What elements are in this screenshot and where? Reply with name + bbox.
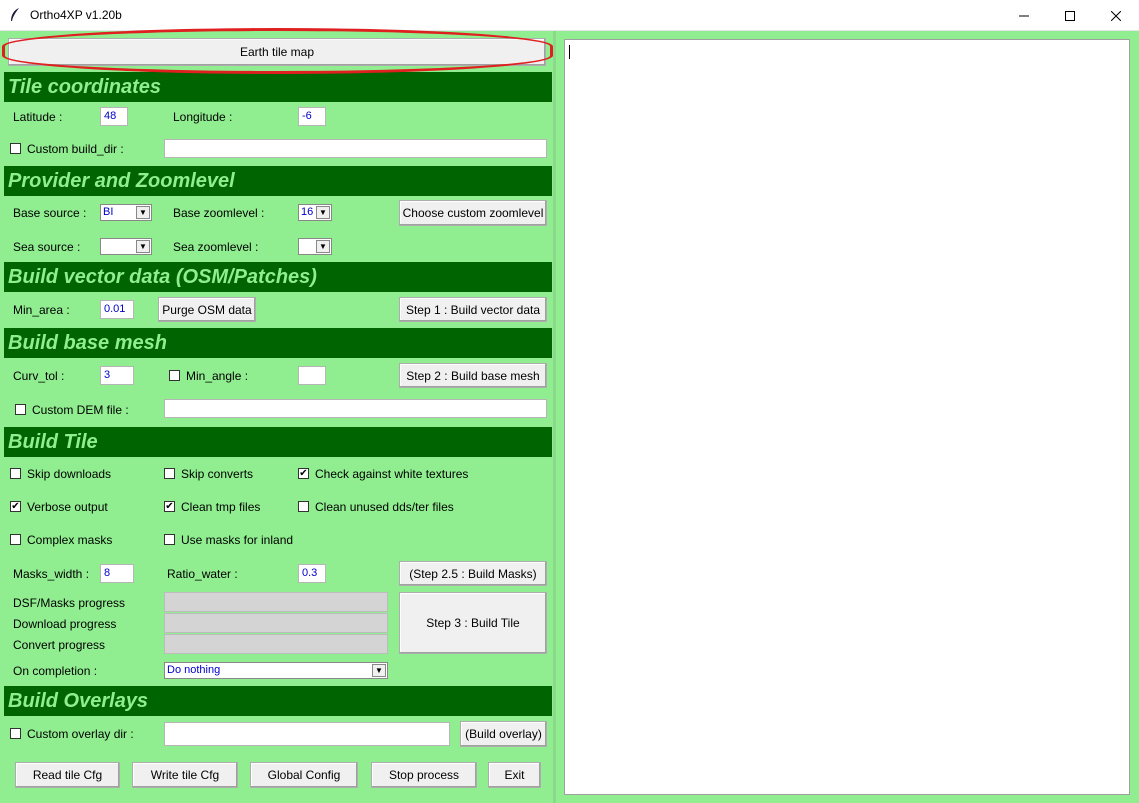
read-tile-cfg-button[interactable]: Read tile Cfg bbox=[15, 762, 120, 788]
choose-custom-zoomlevel-button[interactable]: Choose custom zoomlevel bbox=[399, 200, 547, 226]
base-source-select[interactable]: BI ▼ bbox=[100, 204, 152, 221]
masks-width-label: Masks_width : bbox=[13, 567, 90, 581]
base-source-label: Base source : bbox=[13, 206, 87, 220]
clean-tmp-files-checkbox[interactable]: ✔ bbox=[164, 501, 175, 512]
base-source-value: BI bbox=[103, 206, 114, 218]
build-overlay-button[interactable]: (Build overlay) bbox=[460, 721, 547, 747]
section-tile-coordinates: Tile coordinates bbox=[4, 72, 552, 102]
write-tile-cfg-button[interactable]: Write tile Cfg bbox=[132, 762, 238, 788]
section-build-overlays: Build Overlays bbox=[4, 686, 552, 716]
custom-dem-input[interactable] bbox=[164, 399, 547, 418]
skip-converts-checkbox[interactable] bbox=[164, 468, 175, 479]
section-build-vector-data: Build vector data (OSM/Patches) bbox=[4, 262, 552, 292]
longitude-input[interactable]: -6 bbox=[298, 107, 326, 126]
step1-build-vector-data-button[interactable]: Step 1 : Build vector data bbox=[399, 297, 547, 322]
base-zoomlevel-label: Base zoomlevel : bbox=[173, 206, 265, 220]
section-build-base-mesh: Build base mesh bbox=[4, 328, 552, 358]
verbose-output-label: Verbose output bbox=[27, 500, 108, 514]
min-angle-label: Min_angle : bbox=[186, 369, 249, 383]
chevron-down-icon: ▼ bbox=[316, 240, 330, 253]
stop-process-button[interactable]: Stop process bbox=[371, 762, 477, 788]
verbose-output-checkbox[interactable]: ✔ bbox=[10, 501, 21, 512]
chevron-down-icon: ▼ bbox=[136, 240, 150, 253]
download-progress-bar bbox=[164, 613, 388, 633]
min-area-label: Min_area : bbox=[13, 303, 70, 317]
sea-source-select[interactable]: ▼ bbox=[100, 238, 152, 255]
exit-button[interactable]: Exit bbox=[488, 762, 541, 788]
clean-unused-checkbox[interactable] bbox=[298, 501, 309, 512]
base-zoomlevel-value: 16 bbox=[301, 206, 314, 218]
complex-masks-label: Complex masks bbox=[27, 533, 113, 547]
convert-progress-bar bbox=[164, 634, 388, 654]
clean-unused-label: Clean unused dds/ter files bbox=[315, 500, 454, 514]
section-provider-zoomlevel: Provider and Zoomlevel bbox=[4, 166, 552, 196]
min-angle-checkbox[interactable] bbox=[169, 370, 180, 381]
latitude-label: Latitude : bbox=[13, 110, 63, 124]
dsf-progress-bar bbox=[164, 592, 388, 612]
text-caret bbox=[569, 45, 570, 59]
step2-5-build-masks-button[interactable]: (Step 2.5 : Build Masks) bbox=[399, 561, 547, 586]
sea-zoomlevel-label: Sea zoomlevel : bbox=[173, 240, 259, 254]
curv-tol-label: Curv_tol : bbox=[13, 369, 65, 383]
longitude-label: Longitude : bbox=[173, 110, 233, 124]
custom-overlay-dir-label: Custom overlay dir : bbox=[27, 727, 134, 741]
use-masks-inland-label: Use masks for inland bbox=[181, 533, 294, 547]
control-panel: Earth tile map Tile coordinates Latitude… bbox=[0, 31, 556, 803]
chevron-down-icon: ▼ bbox=[372, 664, 386, 677]
custom-build-dir-input[interactable] bbox=[164, 139, 547, 158]
earth-tile-map-button[interactable]: Earth tile map bbox=[8, 38, 546, 66]
custom-build-dir-checkbox[interactable] bbox=[10, 143, 21, 154]
convert-progress-label: Convert progress bbox=[13, 638, 106, 652]
min-area-input[interactable]: 0.01 bbox=[100, 300, 134, 319]
latitude-input[interactable]: 48 bbox=[100, 107, 128, 126]
skip-downloads-label: Skip downloads bbox=[27, 467, 112, 481]
custom-build-dir-label: Custom build_dir : bbox=[27, 142, 124, 156]
on-completion-value: Do nothing bbox=[167, 664, 221, 676]
check-white-textures-label: Check against white textures bbox=[315, 467, 469, 481]
custom-dem-checkbox[interactable] bbox=[15, 404, 26, 415]
download-progress-label: Download progress bbox=[13, 617, 117, 631]
log-panel bbox=[556, 31, 1139, 803]
custom-dem-label: Custom DEM file : bbox=[32, 403, 129, 417]
chevron-down-icon: ▼ bbox=[316, 206, 330, 219]
ratio-water-input[interactable]: 0.3 bbox=[298, 564, 326, 583]
step3-build-tile-button[interactable]: Step 3 : Build Tile bbox=[399, 592, 547, 654]
skip-downloads-checkbox[interactable] bbox=[10, 468, 21, 479]
custom-overlay-dir-input[interactable] bbox=[164, 722, 450, 746]
on-completion-label: On completion : bbox=[13, 664, 98, 678]
section-build-tile: Build Tile bbox=[4, 427, 552, 457]
check-white-textures-checkbox[interactable]: ✔ bbox=[298, 468, 309, 479]
clean-tmp-files-label: Clean tmp files bbox=[181, 500, 261, 514]
close-icon bbox=[1111, 10, 1121, 21]
use-masks-inland-checkbox[interactable] bbox=[164, 534, 175, 545]
chevron-down-icon: ▼ bbox=[136, 206, 150, 219]
on-completion-select[interactable]: Do nothing ▼ bbox=[164, 662, 388, 679]
min-angle-input[interactable] bbox=[298, 366, 326, 385]
skip-converts-label: Skip converts bbox=[181, 467, 254, 481]
window-title: Ortho4XP v1.20b bbox=[30, 8, 122, 22]
ratio-water-label: Ratio_water : bbox=[167, 567, 238, 581]
minimize-button[interactable] bbox=[1001, 0, 1047, 31]
title-bar: Ortho4XP v1.20b bbox=[0, 0, 1139, 31]
minimize-icon bbox=[1019, 15, 1029, 16]
base-zoomlevel-select[interactable]: 16 ▼ bbox=[298, 204, 332, 221]
log-textarea[interactable] bbox=[564, 39, 1130, 795]
custom-overlay-dir-checkbox[interactable] bbox=[10, 728, 21, 739]
masks-width-input[interactable]: 8 bbox=[100, 564, 134, 583]
step2-build-base-mesh-button[interactable]: Step 2 : Build base mesh bbox=[399, 363, 547, 388]
feather-icon bbox=[11, 8, 19, 21]
curv-tol-input[interactable]: 3 bbox=[100, 366, 134, 385]
sea-zoomlevel-select[interactable]: ▼ bbox=[298, 238, 332, 255]
complex-masks-checkbox[interactable] bbox=[10, 534, 21, 545]
maximize-button[interactable] bbox=[1047, 0, 1093, 31]
sea-source-label: Sea source : bbox=[13, 240, 81, 254]
close-button[interactable] bbox=[1093, 0, 1139, 31]
purge-osm-data-button[interactable]: Purge OSM data bbox=[158, 297, 256, 322]
dsf-progress-label: DSF/Masks progress bbox=[13, 596, 126, 610]
global-config-button[interactable]: Global Config bbox=[250, 762, 358, 788]
maximize-icon bbox=[1065, 10, 1075, 21]
